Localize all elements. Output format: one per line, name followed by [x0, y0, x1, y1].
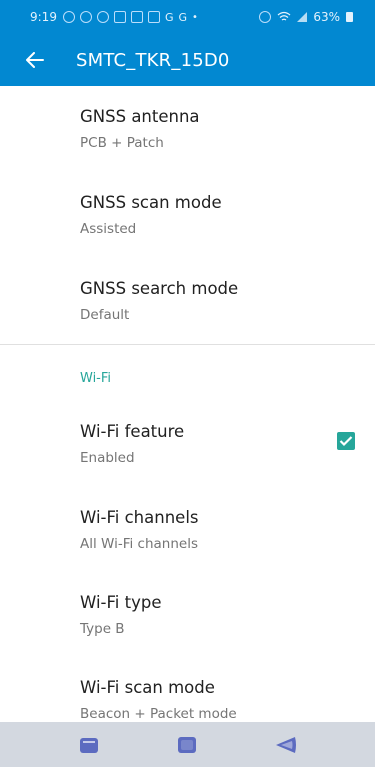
home-icon[interactable]: [174, 732, 200, 758]
setting-title: Wi-Fi type: [80, 593, 162, 612]
status-time: 9:19: [30, 10, 57, 24]
notification-icon: [96, 11, 109, 23]
setting-wifi-channels[interactable]: Wi-Fi channels All Wi-Fi channels: [80, 507, 359, 553]
setting-gnss-scan-mode[interactable]: GNSS scan mode Assisted: [80, 192, 359, 238]
back-arrow-icon[interactable]: [24, 49, 46, 71]
alarm-icon: [259, 11, 272, 23]
checkbox-checked-icon[interactable]: [337, 432, 355, 450]
setting-gnss-antenna[interactable]: GNSS antenna PCB + Patch: [80, 106, 359, 152]
setting-gnss-search-mode[interactable]: GNSS search mode Default: [80, 278, 359, 324]
battery-icon: [346, 12, 353, 22]
setting-value: Assisted: [80, 221, 137, 237]
google-icon: G: [164, 10, 174, 24]
setting-value: Enabled: [80, 450, 135, 466]
signal-icon: [297, 12, 308, 22]
dot-icon: •: [192, 11, 198, 23]
settings-list: GNSS antenna PCB + Patch GNSS scan mode …: [0, 86, 375, 722]
setting-title: GNSS search mode: [80, 279, 239, 298]
notification-icon: [62, 11, 75, 23]
setting-title: Wi-Fi feature: [80, 422, 185, 441]
setting-title: GNSS antenna: [80, 107, 200, 126]
setting-value: Type B: [80, 621, 125, 637]
back-icon[interactable]: [273, 732, 299, 758]
notification-icon: [147, 11, 160, 23]
setting-wifi-feature[interactable]: Wi-Fi feature Enabled: [80, 421, 359, 467]
setting-value: Default: [80, 307, 130, 323]
app-bar: SMTC_TKR_15D0: [0, 34, 375, 86]
section-divider: [0, 344, 375, 345]
notification-icon: [113, 11, 126, 23]
page-title: SMTC_TKR_15D0: [76, 49, 230, 71]
google-icon: G: [178, 10, 188, 24]
setting-value: Beacon + Packet mode: [80, 706, 237, 722]
battery-percent: 63%: [313, 10, 340, 24]
setting-title: Wi-Fi channels: [80, 508, 199, 527]
status-right: 63%: [259, 0, 353, 34]
setting-wifi-type[interactable]: Wi-Fi type Type B: [80, 592, 359, 638]
status-bar: 9:19 G G • 63%: [0, 0, 375, 34]
section-header-wifi: Wi-Fi: [80, 371, 112, 386]
navigation-bar: [0, 722, 375, 767]
wifi-icon: [277, 11, 291, 21]
notification-icon: [130, 11, 143, 23]
setting-value: All Wi-Fi channels: [80, 536, 198, 552]
setting-title: Wi-Fi scan mode: [80, 678, 215, 697]
notification-icons: G G •: [62, 10, 198, 24]
recent-apps-icon[interactable]: [76, 732, 102, 758]
setting-title: GNSS scan mode: [80, 193, 222, 212]
notification-icon: [79, 11, 92, 23]
setting-wifi-scan-mode[interactable]: Wi-Fi scan mode Beacon + Packet mode: [80, 677, 359, 722]
setting-value: PCB + Patch: [80, 135, 164, 151]
